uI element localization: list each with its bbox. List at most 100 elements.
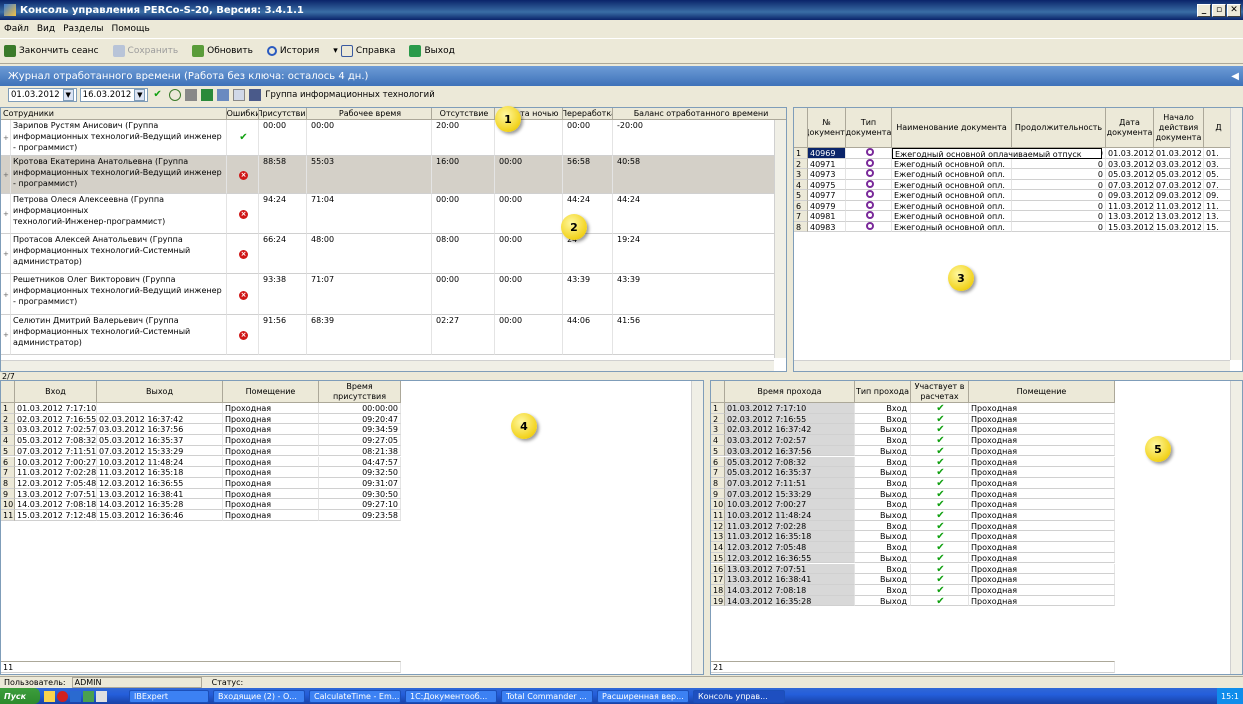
counted-cell[interactable]: ✔ — [911, 413, 969, 425]
pass-time[interactable]: 14.03.2012 7:08:18 — [725, 584, 855, 596]
vertical-scrollbar[interactable] — [1230, 108, 1242, 360]
column-header[interactable]: Вход — [15, 381, 97, 403]
visit-cell[interactable]: Проходная — [223, 435, 319, 446]
document-name[interactable]: Ежегодный основной опл. — [892, 190, 1012, 201]
document-number[interactable]: 40983 — [808, 221, 846, 232]
row-expand-icon[interactable]: + — [1, 194, 11, 234]
quick-launch-icon[interactable] — [70, 690, 81, 702]
visit-cell[interactable]: 03.03.2012 7:02:57 — [15, 424, 97, 436]
column-header[interactable]: Наименование документа — [892, 108, 1012, 148]
column-header[interactable]: Начало действия документа — [1154, 108, 1204, 148]
column-header[interactable]: Продолжительность — [1012, 108, 1106, 148]
pass-time[interactable]: 02.03.2012 7:16:55 — [725, 413, 855, 425]
column-header[interactable]: Дата документа — [1106, 108, 1154, 148]
save-button[interactable]: Сохранить — [112, 45, 178, 57]
menu-sections[interactable]: Разделы — [63, 24, 103, 34]
visit-cell[interactable]: Проходная — [223, 477, 319, 489]
clock-icon[interactable] — [169, 89, 182, 101]
counted-cell[interactable]: ✔ — [911, 542, 969, 553]
exit-button[interactable]: Выход — [409, 45, 455, 57]
pass-time[interactable]: 12.03.2012 7:05:48 — [725, 542, 855, 553]
visit-cell[interactable]: Проходная — [223, 403, 319, 414]
taskbar-item-totalcommander[interactable]: Total Commander ... — [501, 689, 593, 703]
pass-time[interactable]: 13.03.2012 7:07:51 — [725, 563, 855, 575]
help-button[interactable]: ▾ Справка — [333, 45, 395, 57]
visit-cell[interactable]: 10.03.2012 11:48:24 — [97, 456, 223, 468]
visit-cell[interactable]: 09:34:59 — [319, 424, 401, 436]
visit-cell[interactable]: 11.03.2012 16:35:18 — [97, 467, 223, 478]
visit-cell[interactable]: 08:21:38 — [319, 445, 401, 457]
visit-cell[interactable]: 10.03.2012 7:00:27 — [15, 456, 97, 468]
visit-cell[interactable]: 02.03.2012 7:16:55 — [15, 413, 97, 425]
visit-cell[interactable]: Проходная — [223, 413, 319, 425]
visit-cell[interactable]: 12.03.2012 7:05:48 — [15, 477, 97, 489]
pass-time[interactable]: 12.03.2012 16:36:55 — [725, 552, 855, 564]
counted-cell[interactable]: ✔ — [911, 403, 969, 414]
employee-name[interactable]: Решетников Олег Викторович (Группа информ… — [11, 274, 227, 315]
document-name[interactable]: Ежегодный основной опл. — [892, 158, 1012, 169]
visit-cell[interactable]: 07.03.2012 7:11:51 — [15, 445, 97, 457]
date-to-picker[interactable]: 16.03.2012 ▼ — [79, 88, 149, 102]
pass-time[interactable]: 01.03.2012 7:17:10 — [725, 403, 855, 414]
visit-cell[interactable]: 09:27:05 — [319, 435, 401, 446]
pass-time[interactable]: 14.03.2012 16:35:28 — [725, 595, 855, 607]
visit-cell[interactable]: 02.03.2012 16:37:42 — [97, 413, 223, 425]
taskbar-item-extended[interactable]: Расширенная вер... — [597, 689, 689, 703]
employee-name[interactable]: Петрова Олеся Алексеевна (Группа информац… — [11, 194, 227, 234]
counted-cell[interactable]: ✔ — [911, 563, 969, 575]
counted-cell[interactable]: ✔ — [911, 477, 969, 489]
visit-cell[interactable]: 05.03.2012 7:08:32 — [15, 435, 97, 446]
pass-time[interactable]: 11.03.2012 16:35:18 — [725, 531, 855, 543]
document-number[interactable]: 40973 — [808, 169, 846, 180]
document-number[interactable]: 40981 — [808, 211, 846, 222]
visit-cell[interactable]: Проходная — [223, 499, 319, 510]
visit-cell[interactable]: 09:20:47 — [319, 413, 401, 425]
visit-cell[interactable]: 11.03.2012 7:02:28 — [15, 467, 97, 478]
counted-cell[interactable]: ✔ — [911, 531, 969, 543]
maximize-button[interactable]: ▫ — [1212, 3, 1226, 17]
counted-cell[interactable]: ✔ — [911, 424, 969, 436]
visit-cell[interactable]: Проходная — [223, 456, 319, 468]
visit-cell[interactable]: Проходная — [223, 424, 319, 436]
visit-cell[interactable]: 14.03.2012 7:08:18 — [15, 499, 97, 510]
visit-cell[interactable]: Проходная — [223, 467, 319, 478]
quick-launch-icon[interactable] — [83, 690, 94, 702]
visit-cell[interactable]: 15.03.2012 7:12:48 — [15, 510, 97, 521]
visit-cell[interactable]: 04:47:57 — [319, 456, 401, 468]
horizontal-scrollbar[interactable] — [1, 360, 774, 371]
counted-cell[interactable]: ✔ — [911, 574, 969, 585]
column-header[interactable]: Рабочее время — [307, 108, 432, 120]
column-header[interactable]: Баланс отработанного времени — [613, 108, 786, 120]
pass-time[interactable]: 03.03.2012 7:02:57 — [725, 435, 855, 446]
visit-cell[interactable] — [97, 403, 223, 414]
column-header[interactable]: № Документа — [808, 108, 846, 148]
counted-cell[interactable]: ✔ — [911, 520, 969, 532]
taskbar-item-ibexpert[interactable]: IBExpert — [129, 689, 209, 703]
visit-cell[interactable]: 00:00:00 — [319, 403, 401, 414]
document-name[interactable]: Ежегодный основной опл. — [892, 179, 1012, 190]
counted-cell[interactable]: ✔ — [911, 595, 969, 607]
column-header[interactable]: Выход — [97, 381, 223, 403]
visit-cell[interactable]: Проходная — [223, 488, 319, 500]
visit-cell[interactable]: 05.03.2012 16:35:37 — [97, 435, 223, 446]
column-header[interactable]: Сотрудники — [1, 108, 227, 120]
history-button[interactable]: История — [266, 46, 319, 56]
column-header[interactable]: Время присутствия — [319, 381, 401, 403]
column-header[interactable]: Тип документа — [846, 108, 892, 148]
employee-name[interactable]: Зарипов Рустям Анисович (Группа информаци… — [11, 120, 227, 156]
row-expand-icon[interactable]: + — [1, 315, 11, 355]
document-number[interactable]: 40969 — [808, 148, 846, 159]
visit-cell[interactable]: 09:32:50 — [319, 467, 401, 478]
vertical-scrollbar[interactable] — [1230, 381, 1242, 674]
counted-cell[interactable]: ✔ — [911, 584, 969, 596]
document-name[interactable]: Ежегодный основной оплачиваемый отпуск — [892, 148, 1102, 159]
group-icon[interactable] — [249, 89, 262, 101]
visit-cell[interactable]: 09:23:58 — [319, 510, 401, 521]
close-button[interactable]: ✕ — [1227, 3, 1241, 17]
visit-cell[interactable]: 01.03.2012 7:17:10 — [15, 403, 97, 414]
document-name[interactable]: Ежегодный основной опл. — [892, 211, 1012, 222]
pass-time[interactable]: 05.03.2012 16:35:37 — [725, 467, 855, 478]
group-filter[interactable]: Группа информационных технологий — [265, 90, 434, 100]
excel-icon[interactable] — [201, 89, 214, 101]
pass-time[interactable]: 02.03.2012 16:37:42 — [725, 424, 855, 436]
